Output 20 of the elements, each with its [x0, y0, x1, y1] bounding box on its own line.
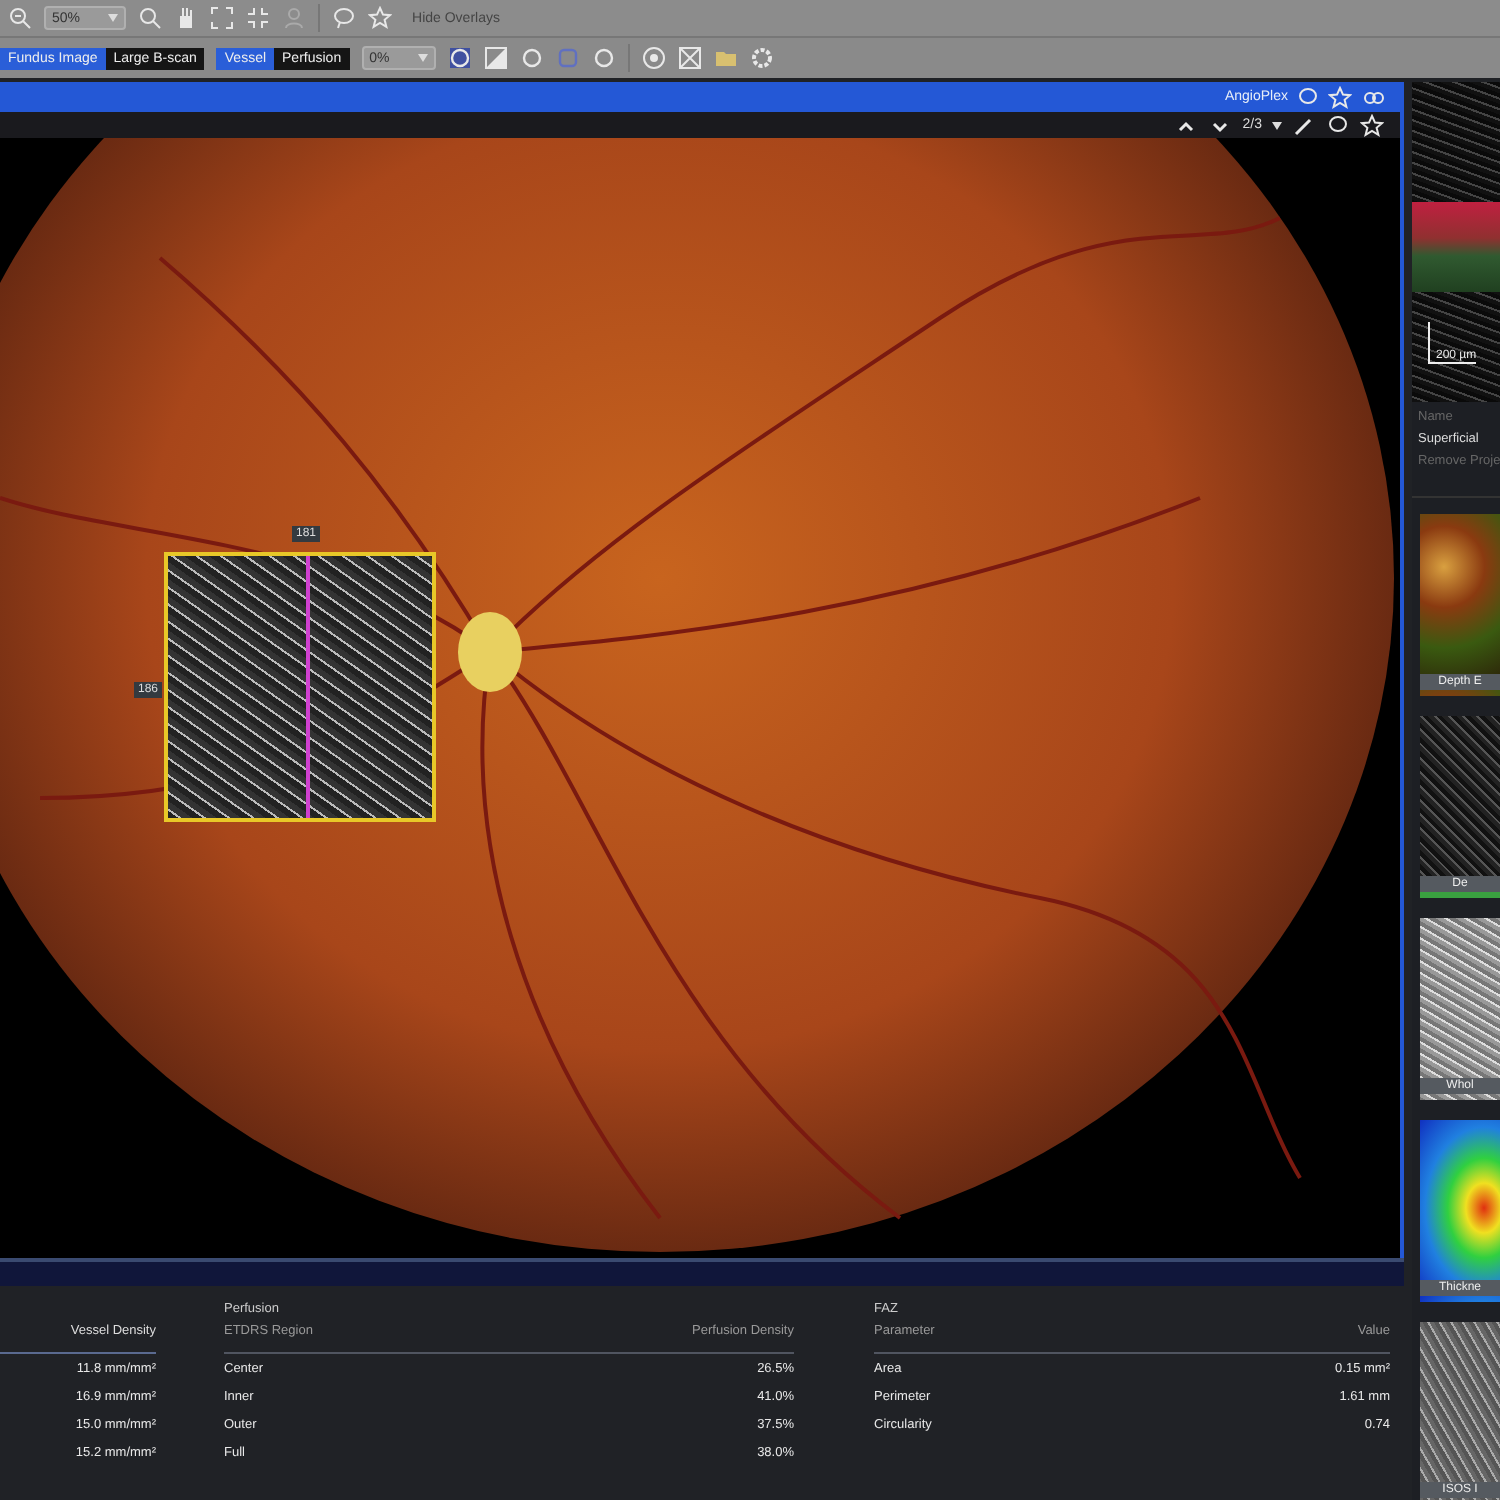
fit-screen-icon[interactable] [210, 6, 235, 30]
star-icon[interactable] [1360, 113, 1384, 137]
caret-icon [108, 14, 119, 22]
person-icon[interactable] [282, 6, 307, 30]
star-icon[interactable] [368, 6, 393, 30]
zoom-out-icon[interactable] [8, 6, 32, 30]
magnifier-icon[interactable] [138, 6, 163, 30]
caret-icon [417, 54, 428, 62]
scroll-bar[interactable] [0, 1258, 1404, 1286]
caret-icon [1272, 121, 1282, 129]
circle-icon[interactable] [641, 46, 666, 70]
grid-icon[interactable] [677, 46, 702, 70]
star-icon[interactable] [1328, 85, 1352, 109]
folder-icon[interactable] [713, 46, 738, 70]
shrink-icon[interactable] [246, 6, 271, 30]
pencil-icon[interactable] [1292, 113, 1316, 137]
angiography-scan-inset[interactable] [164, 552, 436, 822]
gear-icon[interactable] [749, 46, 774, 70]
target-icon[interactable] [447, 46, 472, 70]
contrast-icon[interactable] [483, 46, 508, 70]
